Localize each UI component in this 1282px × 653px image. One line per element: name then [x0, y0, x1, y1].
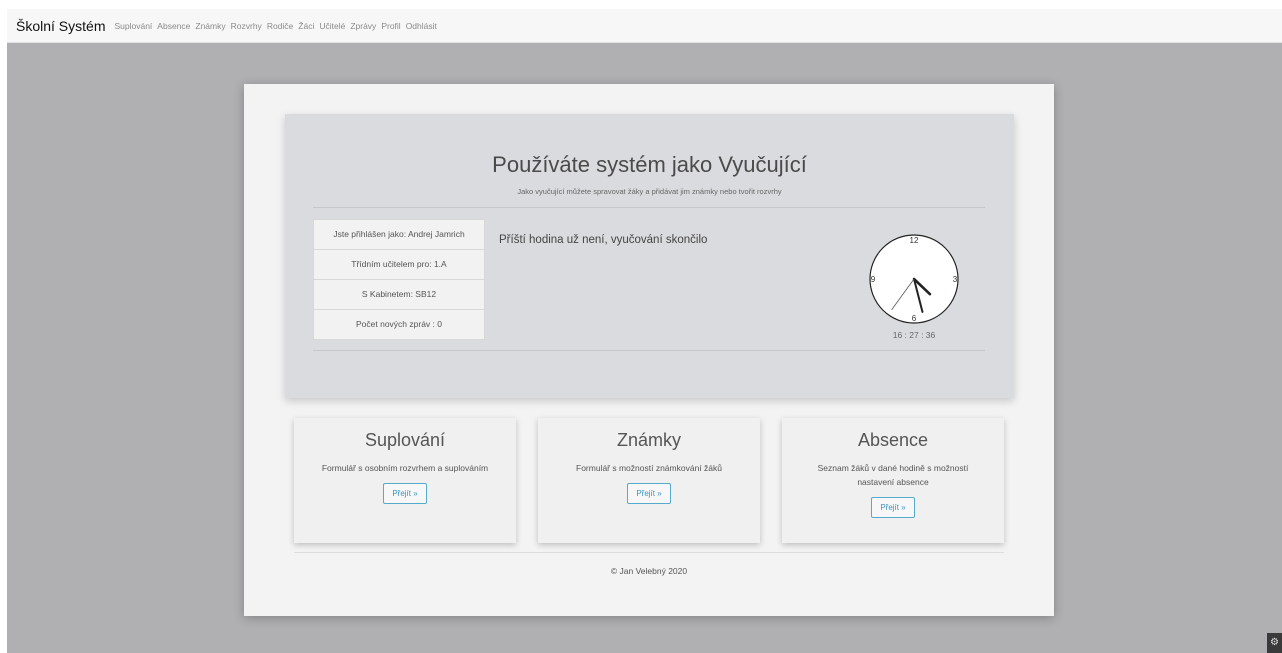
- nav-link-rodice[interactable]: Rodiče: [267, 21, 293, 31]
- jumbotron: Používáte systém jako Vyučující Jako vyu…: [285, 114, 1014, 398]
- page-subtitle: Jako vyučující můžete spravovat žáky a p…: [517, 187, 782, 196]
- clock-face-icon: 12 3 6 9: [869, 234, 959, 324]
- navbar-brand[interactable]: Školní Systém: [16, 18, 105, 34]
- feature-card-znamky: Známky Formulář s možností známkování žá…: [538, 418, 760, 543]
- nav-link-zpravy[interactable]: Zprávy: [350, 21, 376, 31]
- footer-divider: [294, 552, 1004, 553]
- info-logged-in-as: Jste přihlášen jako: Andrej Jamrich: [314, 220, 484, 250]
- divider-top: [313, 207, 985, 208]
- feature-description: Seznam žáků v dané hodině s možností nas…: [817, 463, 969, 487]
- feature-description: Formulář s osobním rozvrhem a suplováním: [321, 463, 489, 473]
- info-cabinet: S Kabinetem: SB12: [314, 280, 484, 310]
- goto-suplovani-button[interactable]: Přejít »: [383, 483, 427, 504]
- main-card: Používáte systém jako Vyučující Jako vyu…: [244, 84, 1054, 616]
- footer-copyright: © Jan Velebný 2020: [610, 566, 688, 576]
- clock-number-6: 6: [912, 314, 917, 323]
- page-title: Používáte systém jako Vyučující: [492, 152, 807, 177]
- nav-link-rozvrhy[interactable]: Rozvrhy: [231, 21, 262, 31]
- nav-link-odhlasit[interactable]: Odhlásit: [406, 21, 437, 31]
- feature-title: Suplování: [364, 430, 446, 450]
- user-info-list: Jste přihlášen jako: Andrej Jamrich Tříd…: [313, 219, 485, 340]
- nav-link-suplovani[interactable]: Suplování: [114, 21, 152, 31]
- goto-absence-button[interactable]: Přejít »: [871, 497, 915, 518]
- divider-bottom: [313, 350, 985, 351]
- clock-number-9: 9: [871, 275, 876, 284]
- info-class-teacher: Třídním učitelem pro: 1.A: [314, 250, 484, 280]
- info-new-messages: Počet nových zpráv : 0: [356, 319, 442, 329]
- analog-clock: 12 3 6 9 16 : 27 : 36: [868, 232, 960, 344]
- nav-link-zaci[interactable]: Žáci: [298, 21, 314, 31]
- clock-digital-time: 16 : 27 : 36: [892, 330, 936, 340]
- feature-title: Známky: [616, 430, 681, 450]
- goto-znamky-button[interactable]: Přejít »: [627, 483, 671, 504]
- extension-icon[interactable]: ⚙: [1267, 633, 1282, 653]
- next-lesson-text: Příští hodina už není, vyučování skončil…: [499, 234, 708, 246]
- navbar: Školní Systém Suplování Absence Známky R…: [7, 9, 1282, 43]
- nav-link-absence[interactable]: Absence: [157, 21, 190, 31]
- nav-link-znamky[interactable]: Známky: [195, 21, 225, 31]
- clock-number-3: 3: [953, 275, 958, 284]
- feature-card-suplovani: Suplování Formulář s osobním rozvrhem a …: [294, 418, 516, 543]
- feature-card-absence: Absence Seznam žáků v dané hodině s možn…: [782, 418, 1004, 543]
- clock-number-12: 12: [910, 236, 919, 245]
- feature-description: Formulář s možností známkování žáků: [576, 463, 722, 473]
- nav-link-ucitele[interactable]: Učitelé: [319, 21, 345, 31]
- feature-title: Absence: [857, 430, 929, 450]
- nav-link-profil[interactable]: Profil: [381, 21, 400, 31]
